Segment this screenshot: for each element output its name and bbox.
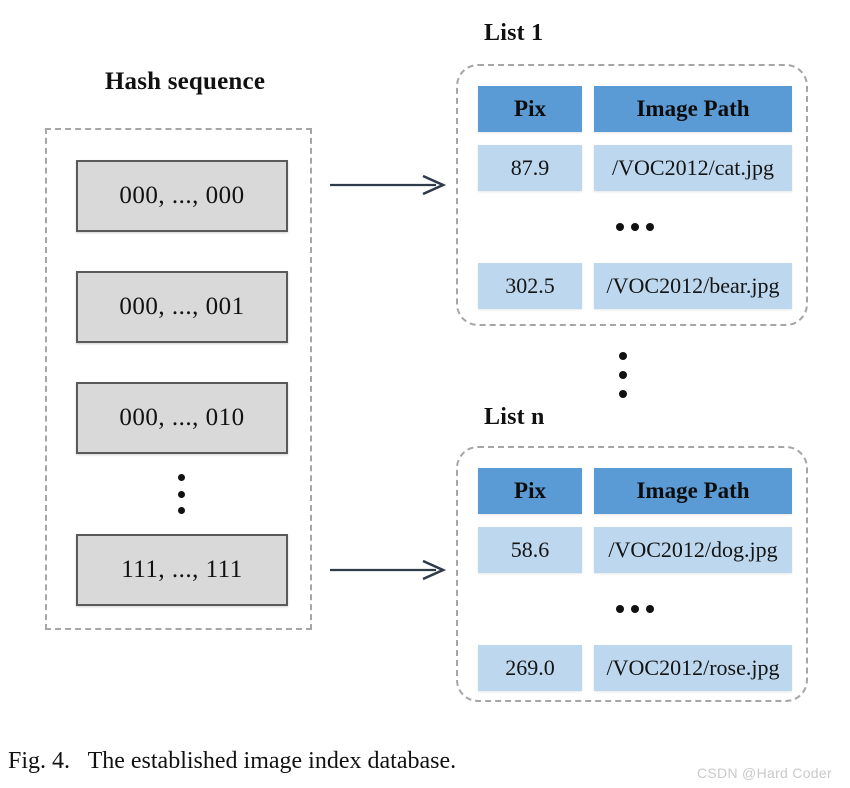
arrow-right-icon xyxy=(330,174,447,196)
horizontal-ellipsis-icon xyxy=(478,204,792,250)
dot xyxy=(177,490,185,498)
list-1-panel: Pix Image Path 87.9 /VOC2012/cat.jpg 302… xyxy=(456,64,808,326)
hash-box: 111, ..., 111 xyxy=(76,534,288,606)
hash-box: 000, ..., 001 xyxy=(76,271,288,343)
cell-pix: 269.0 xyxy=(478,645,582,691)
dot xyxy=(177,507,185,514)
list-n-label: List n xyxy=(484,404,545,430)
arrow-right-icon xyxy=(330,559,447,581)
vertical-ellipsis-icon xyxy=(172,474,190,514)
dot xyxy=(619,371,627,379)
cell-pix: 87.9 xyxy=(478,145,582,191)
dot xyxy=(616,605,624,613)
column-header-image-path: Image Path xyxy=(594,468,792,514)
dot xyxy=(631,605,639,613)
table-header-row: Pix Image Path xyxy=(478,468,792,514)
column-header-pix: Pix xyxy=(478,468,582,514)
vertical-ellipsis-icon xyxy=(614,352,632,398)
dot xyxy=(646,223,654,231)
table-row: 302.5 /VOC2012/bear.jpg xyxy=(478,263,792,309)
column-header-image-path: Image Path xyxy=(594,86,792,132)
cell-image-path: /VOC2012/cat.jpg xyxy=(594,145,792,191)
cell-image-path: /VOC2012/dog.jpg xyxy=(594,527,792,573)
hash-box: 000, ..., 010 xyxy=(76,382,288,454)
hash-sequence-title: Hash sequence xyxy=(104,68,266,95)
dot xyxy=(631,223,639,231)
cell-pix: 58.6 xyxy=(478,527,582,573)
list-n-table: Pix Image Path 58.6 /VOC2012/dog.jpg 269… xyxy=(478,468,792,691)
hash-box: 000, ..., 000 xyxy=(76,160,288,232)
cell-image-path: /VOC2012/rose.jpg xyxy=(594,645,792,691)
list-1-table: Pix Image Path 87.9 /VOC2012/cat.jpg 302… xyxy=(478,86,792,309)
horizontal-ellipsis-icon xyxy=(478,586,792,632)
dot xyxy=(619,352,627,360)
figure-canvas: Hash sequence 000, ..., 000 000, ..., 00… xyxy=(0,0,850,788)
cell-image-path: /VOC2012/bear.jpg xyxy=(594,263,792,309)
dot xyxy=(646,605,654,613)
list-n-panel: Pix Image Path 58.6 /VOC2012/dog.jpg 269… xyxy=(456,446,808,702)
table-header-row: Pix Image Path xyxy=(478,86,792,132)
dot xyxy=(177,474,185,481)
cell-pix: 302.5 xyxy=(478,263,582,309)
dot xyxy=(619,390,627,398)
figure-caption: Fig. 4. The established image index data… xyxy=(8,748,457,774)
column-header-pix: Pix xyxy=(478,86,582,132)
dot xyxy=(616,223,624,231)
watermark-text: CSDN @Hard Coder xyxy=(697,765,832,781)
table-row: 87.9 /VOC2012/cat.jpg xyxy=(478,145,792,191)
list-1-label: List 1 xyxy=(484,20,544,46)
table-row: 269.0 /VOC2012/rose.jpg xyxy=(478,645,792,691)
table-row: 58.6 /VOC2012/dog.jpg xyxy=(478,527,792,573)
